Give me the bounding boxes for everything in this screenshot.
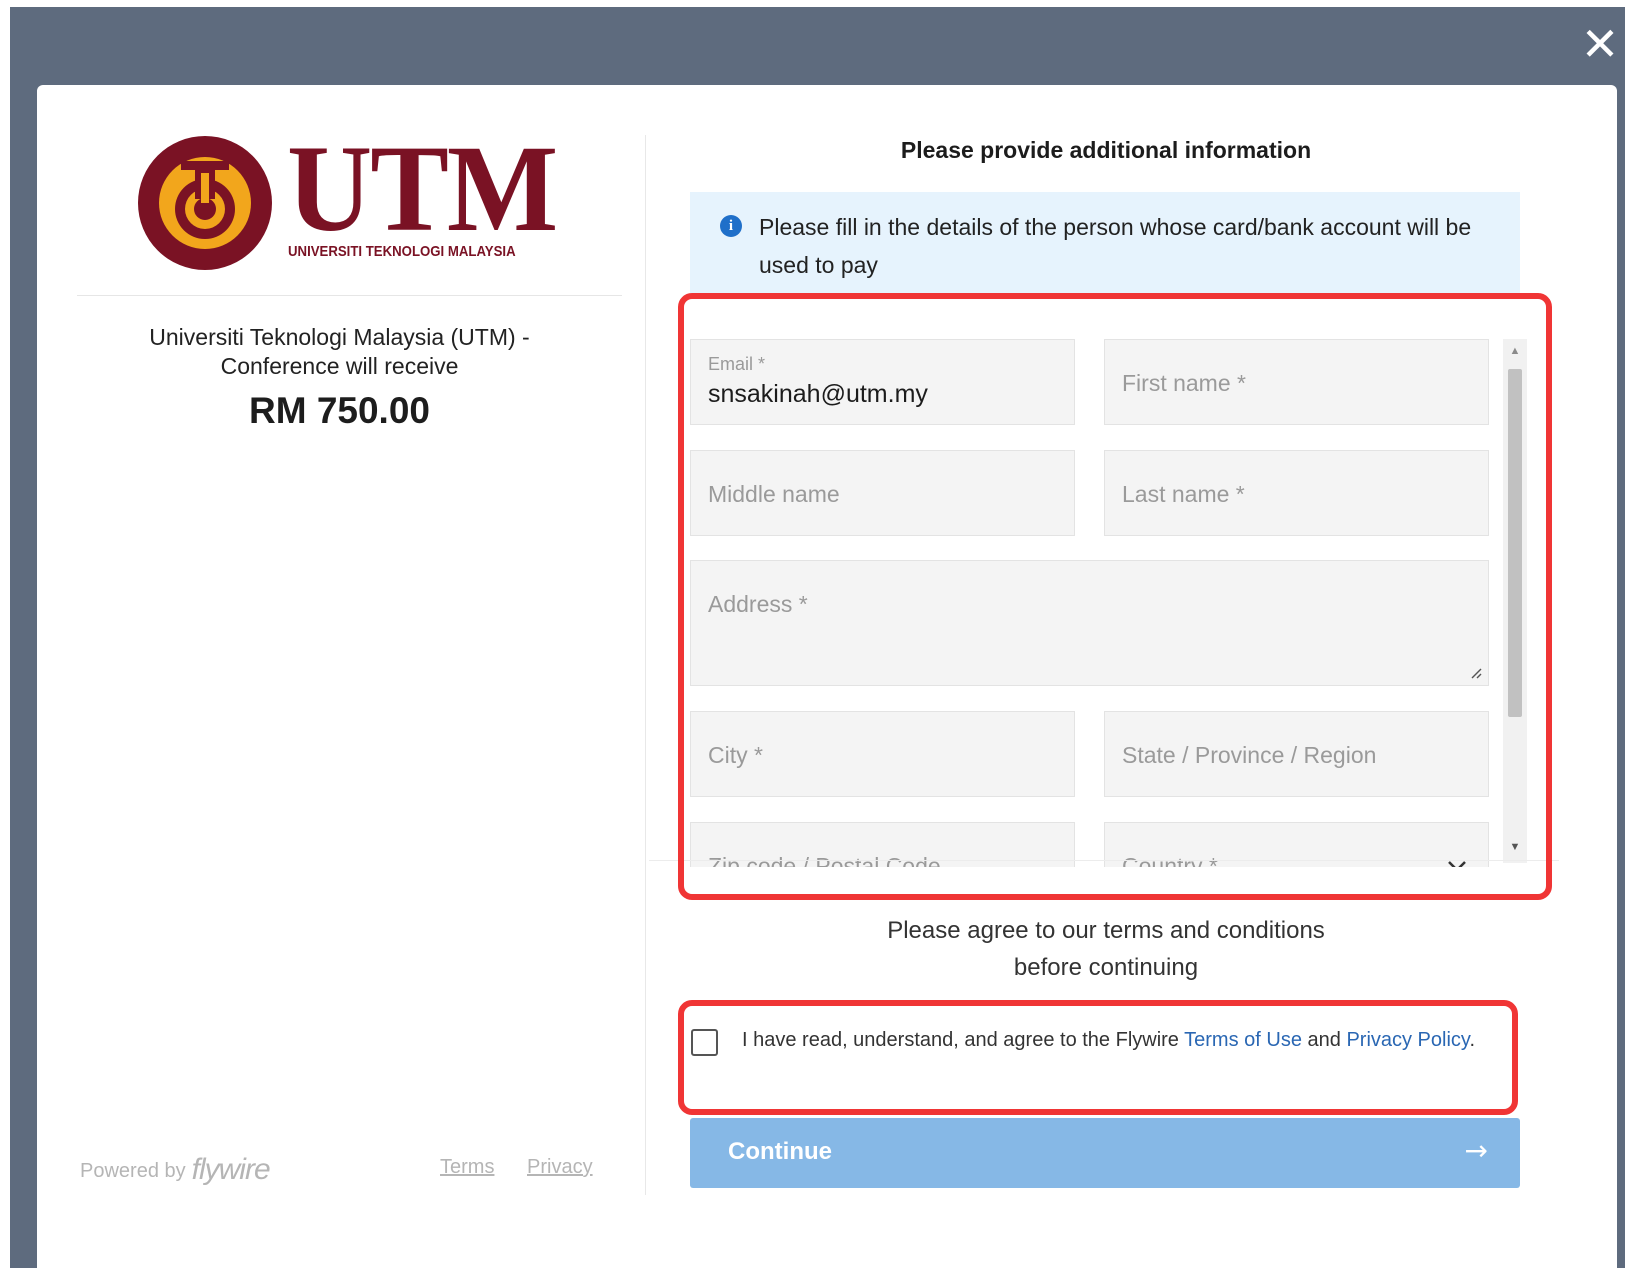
- merchant-panel: UTM UNIVERSITI TEKNOLOGI MALAYSIA Univer…: [37, 85, 672, 1268]
- middle-name-placeholder: Middle name: [708, 481, 840, 507]
- continue-label: Continue: [728, 1138, 832, 1165]
- privacy-policy-link[interactable]: Privacy Policy: [1346, 1029, 1469, 1051]
- middle-name-field[interactable]: Middle name: [690, 450, 1075, 536]
- terms-notice: Please agree to our terms and conditions…: [691, 912, 1521, 986]
- footer-terms-link[interactable]: Terms: [440, 1156, 494, 1179]
- terms-of-use-link[interactable]: Terms of Use: [1184, 1029, 1302, 1051]
- last-name-placeholder: Last name *: [1122, 481, 1245, 507]
- payer-details-form: Email * snsakinah@utm.my First name * Mi…: [690, 315, 1503, 867]
- email-value: snsakinah@utm.my: [708, 380, 928, 408]
- email-field[interactable]: Email * snsakinah@utm.my: [690, 339, 1075, 425]
- agreement-and: and: [1301, 1029, 1347, 1051]
- last-name-field[interactable]: Last name *: [1104, 450, 1489, 536]
- close-icon[interactable]: ✕: [1578, 21, 1622, 67]
- form-scrollbar[interactable]: ▲ ▼: [1503, 339, 1527, 863]
- terms-notice-line-1: Please agree to our terms and conditions: [887, 917, 1325, 944]
- city-field[interactable]: City *: [690, 711, 1075, 797]
- scrollbar-thumb[interactable]: [1508, 369, 1522, 717]
- first-name-field[interactable]: First name *: [1104, 339, 1489, 425]
- info-banner-text: Please fill in the details of the person…: [759, 214, 1472, 278]
- email-label: Email *: [708, 354, 766, 374]
- payment-modal: UTM UNIVERSITI TEKNOLOGI MALAYSIA Univer…: [37, 85, 1617, 1268]
- arrow-right-icon: →: [1464, 1134, 1488, 1167]
- terms-agreement-text: I have read, understand, and agree to th…: [742, 1025, 1502, 1056]
- terms-checkbox[interactable]: [691, 1029, 718, 1056]
- payment-amount: RM 750.00: [249, 390, 430, 431]
- merchant-line-1: Universiti Teknologi Malaysia (UTM) -: [149, 324, 530, 350]
- scroll-down-icon[interactable]: ▼: [1503, 841, 1527, 855]
- continue-button[interactable]: Continue →: [690, 1118, 1520, 1188]
- address-field[interactable]: Address *: [690, 560, 1489, 686]
- utm-seal-icon: [138, 136, 272, 270]
- utm-logo-text: UTM: [287, 119, 558, 258]
- state-field[interactable]: State / Province / Region: [1104, 711, 1489, 797]
- merchant-logo: UTM UNIVERSITI TEKNOLOGI MALAYSIA: [77, 119, 622, 296]
- form-heading: Please provide additional information: [900, 137, 1312, 163]
- merchant-description: Universiti Teknologi Malaysia (UTM) - Co…: [97, 323, 582, 381]
- form-bottom-divider: [649, 860, 1559, 873]
- flywire-logo: flywire: [191, 1153, 271, 1186]
- city-placeholder: City *: [708, 742, 763, 768]
- scroll-up-icon[interactable]: ▲: [1503, 345, 1527, 359]
- footer-privacy-link[interactable]: Privacy: [527, 1156, 593, 1179]
- page-background: ✕ UTM UNIVERSITI TEKNOLOGI MALAYSIA Univ…: [0, 0, 1625, 1268]
- terms-notice-line-2: before continuing: [1013, 954, 1199, 981]
- info-icon: i: [720, 215, 742, 237]
- powered-by: Powered by flywire: [80, 1153, 271, 1187]
- resize-handle-icon[interactable]: [1470, 667, 1482, 679]
- first-name-placeholder: First name *: [1122, 370, 1246, 396]
- pane-divider: [645, 135, 646, 1195]
- merchant-line-2: Conference will receive: [220, 353, 459, 379]
- state-placeholder: State / Province / Region: [1122, 742, 1377, 768]
- agreement-prefix: I have read, understand, and agree to th…: [742, 1029, 1185, 1051]
- powered-by-label: Powered by: [80, 1160, 186, 1182]
- utm-logo-subtitle: UNIVERSITI TEKNOLOGI MALAYSIA: [288, 243, 516, 260]
- address-placeholder: Address *: [708, 591, 808, 617]
- agreement-suffix: .: [1469, 1029, 1475, 1051]
